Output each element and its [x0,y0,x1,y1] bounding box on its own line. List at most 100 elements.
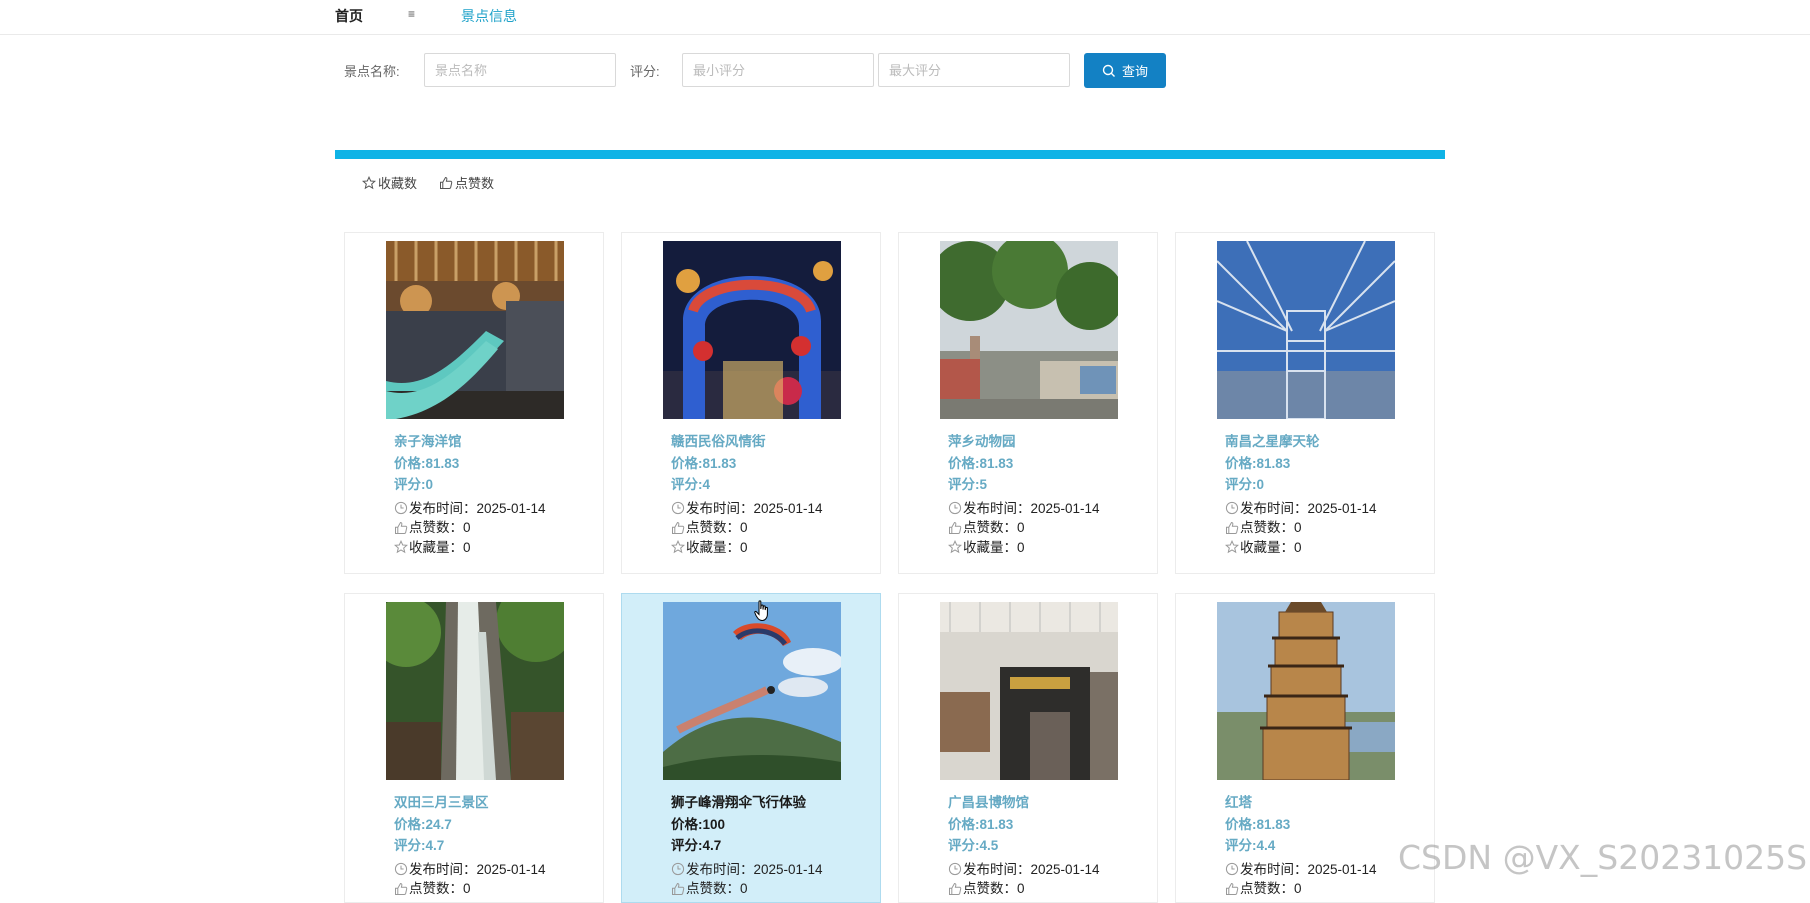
card-price: 价格:81.83 [948,816,1014,832]
likes-label: 点赞数： [1240,520,1294,535]
likes-count: 0 [1294,881,1302,896]
card-favorites: 收藏量： 0 [948,538,1149,558]
publish-date: 2025-01-14 [476,861,546,877]
card-publish-time: 发布时间： 2025-01-14 [671,860,872,880]
waterfall-photo[interactable] [386,602,564,780]
publish-date: 2025-01-14 [1307,861,1377,877]
query-button-label: 查询 [1121,64,1148,79]
favorites-count: 0 [1294,539,1302,555]
likes-count: 0 [463,881,471,896]
scenic-card[interactable]: 红塔 价格:81.83 评分:4.4 发布时间： 2025-01-14 点赞数： 0 [1175,593,1435,903]
favorites-label: 收藏量： [963,539,1017,555]
thumb-up-icon [1225,521,1239,535]
card-publish-time: 发布时间： 2025-01-14 [1225,499,1426,519]
scenic-card-hovered[interactable]: 狮子峰滑翔伞飞行体验 价格:100 评分:4.7 发布时间： 2025-01-14… [621,593,881,903]
star-icon [671,540,685,554]
breadcrumb-current: 景点信息 [461,8,517,24]
favorites-label: 收藏量： [409,539,463,555]
sort-by-likes[interactable]: 点赞数 [439,173,494,192]
card-title[interactable]: 红塔 [1225,792,1426,814]
card-score: 评分:4.5 [948,838,999,853]
card-title[interactable]: 萍乡动物园 [948,431,1149,453]
thumb-up-icon [1225,882,1239,896]
card-likes: 点赞数： 0 [948,879,1149,899]
card-favorites: 收藏量： 0 [394,538,595,558]
ferris-wheel-photo[interactable] [1217,241,1395,419]
lantern-arch-photo[interactable] [663,241,841,419]
card-score: 评分:4.7 [671,838,722,853]
card-title[interactable]: 亲子海洋馆 [394,431,595,453]
card-score: 评分:4.7 [394,838,445,853]
card-likes: 点赞数： 0 [394,518,595,538]
sort-by-favorites[interactable]: 收藏数 [362,173,417,192]
museum-entrance-photo[interactable] [940,602,1118,780]
pagoda-photo[interactable] [1217,602,1395,780]
card-likes: 点赞数： 0 [671,518,872,538]
star-icon [948,540,962,554]
min-score-input[interactable] [682,53,874,87]
card-price: 价格:81.83 [671,455,737,471]
publish-label: 发布时间： [1240,500,1308,516]
scenic-card[interactable]: 广昌县博物馆 价格:81.83 评分:4.5 发布时间： 2025-01-14 点… [898,593,1158,903]
breadcrumb-home-link[interactable]: 首页 [335,6,363,26]
name-search-input[interactable] [424,53,616,87]
card-publish-time: 发布时间： 2025-01-14 [671,499,872,519]
scenic-card[interactable]: 萍乡动物园 价格:81.83 评分:5 发布时间： 2025-01-14 点赞数：… [898,232,1158,574]
publish-date: 2025-01-14 [1030,861,1100,877]
card-likes: 点赞数： 0 [1225,518,1426,538]
likes-label: 点赞数： [409,881,463,896]
likes-count: 0 [463,520,471,535]
card-title[interactable]: 赣西民俗风情街 [671,431,872,453]
card-likes: 点赞数： 0 [948,518,1149,538]
card-price: 价格:81.83 [1225,816,1291,832]
zoo-gate-photo[interactable] [940,241,1118,419]
sort-likes-label: 点赞数 [455,176,495,191]
scenic-card[interactable]: 亲子海洋馆 价格:81.83 评分:0 发布时间： 2025-01-14 点赞数：… [344,232,604,574]
max-score-input[interactable] [878,53,1070,87]
favorites-count: 0 [1017,539,1025,555]
card-title[interactable]: 南昌之星摩天轮 [1225,431,1426,453]
likes-count: 0 [1294,520,1302,535]
score-label: 评分: [630,64,660,79]
name-search-label: 景点名称: [344,64,400,79]
hand-cursor-icon [754,600,768,622]
star-icon [394,540,408,554]
thumb-up-icon [948,882,962,896]
card-price: 价格:81.83 [1225,455,1291,471]
card-title[interactable]: 广昌县博物馆 [948,792,1149,814]
card-favorites: 收藏量： 0 [671,538,872,558]
paraglider-photo[interactable] [663,602,841,780]
card-score: 评分:4.4 [1225,838,1276,853]
star-icon [1225,540,1239,554]
query-button[interactable]: 查询 [1084,53,1166,88]
likes-label: 点赞数： [686,520,740,535]
card-favorites: 收藏量： 0 [1225,538,1426,558]
scenic-card[interactable]: 双田三月三景区 价格:24.7 评分:4.7 发布时间： 2025-01-14 点… [344,593,604,903]
likes-label: 点赞数： [686,881,740,896]
thumb-up-icon [671,882,685,896]
publish-label: 发布时间： [686,500,754,516]
publish-label: 发布时间： [409,500,477,516]
menu-icon[interactable]: ≡ [408,7,415,21]
breadcrumb: 首页 ≡ 景点信息 [0,0,1810,35]
card-likes: 点赞数： 0 [671,879,872,899]
scenic-card[interactable]: 南昌之星摩天轮 价格:81.83 评分:0 发布时间： 2025-01-14 点赞… [1175,232,1435,574]
clock-icon [671,501,685,515]
scenic-card[interactable]: 赣西民俗风情街 价格:81.83 评分:4 发布时间： 2025-01-14 点赞… [621,232,881,574]
likes-label: 点赞数： [963,520,1017,535]
indoor-playground-photo[interactable] [386,241,564,419]
likes-count: 0 [740,520,748,535]
card-title[interactable]: 双田三月三景区 [394,792,595,814]
watermark: CSDN @VX_S20231025S [1398,838,1808,877]
card-title[interactable]: 狮子峰滑翔伞飞行体验 [671,792,872,814]
publish-label: 发布时间： [409,861,477,877]
likes-label: 点赞数： [1240,881,1294,896]
clock-icon [948,501,962,515]
card-price: 价格:100 [671,816,726,832]
likes-count: 0 [740,881,748,896]
card-price: 价格:24.7 [394,816,452,832]
favorites-label: 收藏量： [686,539,740,555]
publish-date: 2025-01-14 [1307,500,1377,516]
card-publish-time: 发布时间： 2025-01-14 [1225,860,1426,880]
sort-favorites-label: 收藏数 [378,176,418,191]
